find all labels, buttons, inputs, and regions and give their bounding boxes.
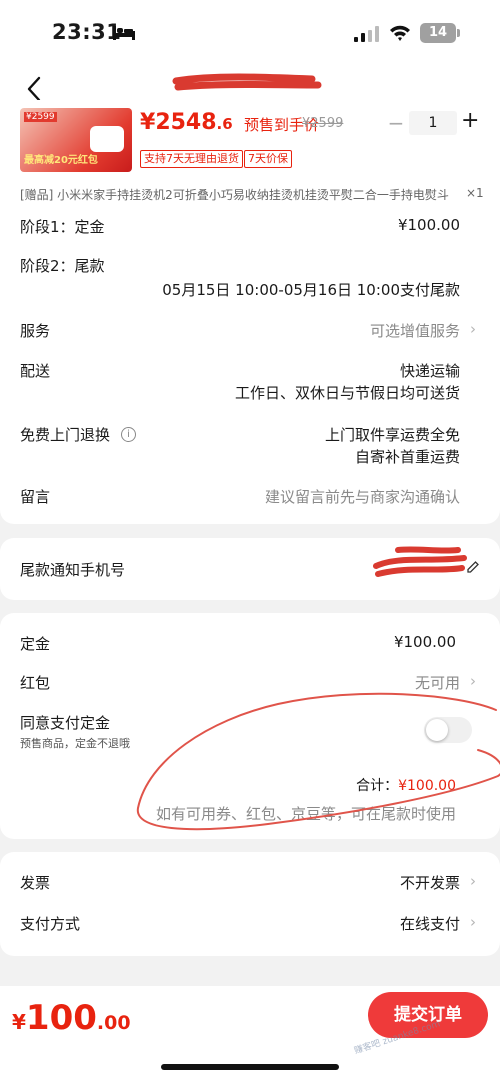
gift-item-qty: ×1 bbox=[466, 186, 484, 200]
invoice-chevron-icon[interactable]: › bbox=[470, 872, 476, 890]
stage1-label: 阶段1：定金 bbox=[20, 218, 105, 236]
invoice-value[interactable]: 不开发票 bbox=[400, 872, 460, 893]
product-image-tag: ¥2599 bbox=[24, 112, 57, 122]
return-policy-badge: 支持7天无理由退货 bbox=[140, 150, 243, 168]
edit-pencil-icon[interactable] bbox=[466, 560, 480, 574]
service-value[interactable]: 可选增值服务 bbox=[370, 320, 460, 341]
deposit-value: ¥100.00 bbox=[393, 633, 456, 651]
invoice-card: 发票 不开发票 › 支付方式 在线支付 › bbox=[0, 852, 500, 956]
payment-card: 定金 ¥100.00 红包 无可用 › 同意支付定金 预售商品，定金不退哦 合计… bbox=[0, 613, 500, 839]
redacted-title-scribble bbox=[172, 73, 322, 91]
redacted-phone-scribble bbox=[373, 546, 467, 577]
delivery-line1: 快递运输 bbox=[399, 362, 460, 380]
message-label: 留言 bbox=[20, 488, 51, 506]
checkout-amount: ¥100.00 bbox=[12, 998, 131, 1038]
return-line1: 上门取件享运费全免 bbox=[324, 426, 460, 444]
quantity-input[interactable]: 1 bbox=[409, 111, 457, 135]
cellular-signal-icon bbox=[354, 26, 379, 42]
phone-label: 尾款通知手机号 bbox=[20, 561, 126, 579]
payment-method-value[interactable]: 在线支付 bbox=[400, 913, 460, 934]
service-chevron-icon[interactable]: › bbox=[470, 320, 476, 338]
agree-deposit-toggle[interactable] bbox=[424, 717, 472, 743]
sleep-mode-icon bbox=[113, 26, 135, 40]
order-details-card: ¥2599 最高减20元红包 ¥2548.6 预售到手价 ¥2599 − 1 +… bbox=[0, 100, 500, 524]
deposit-label: 定金 bbox=[20, 635, 51, 653]
quantity-increase-button[interactable]: + bbox=[461, 108, 479, 133]
stage2-value: 05月15日 10:00-05月16日 10:00支付尾款 bbox=[162, 281, 460, 299]
redpacket-value[interactable]: 无可用 bbox=[415, 672, 460, 693]
delivery-label: 配送 bbox=[20, 362, 51, 380]
phone-card: 尾款通知手机号 bbox=[0, 538, 500, 600]
agree-deposit-label: 同意支付定金 bbox=[20, 714, 111, 732]
toggle-knob bbox=[426, 719, 448, 741]
message-input[interactable]: 建议留言前先与商家沟通确认 bbox=[265, 486, 460, 507]
back-arrow-icon[interactable] bbox=[25, 76, 43, 102]
wifi-icon bbox=[390, 25, 410, 41]
payment-method-chevron-icon[interactable]: › bbox=[470, 913, 476, 931]
total-label: 合计： bbox=[356, 778, 399, 794]
return-line2: 自寄补首重运费 bbox=[354, 448, 460, 466]
product-image[interactable]: ¥2599 最高减20元红包 bbox=[20, 108, 132, 172]
price-protection-badge: 7天价保 bbox=[244, 150, 292, 168]
total-value: ¥100.00 bbox=[398, 778, 456, 794]
gift-item-text: [赠品] 小米米家手持挂烫机2可折叠小巧易收纳挂烫机挂烫平熨二合一手持电熨斗 bbox=[20, 188, 449, 202]
delivery-line2: 工作日、双休日与节假日均可送货 bbox=[234, 384, 460, 402]
info-icon[interactable]: i bbox=[121, 427, 136, 442]
service-label: 服务 bbox=[20, 322, 51, 340]
total-line: 合计：¥100.00 bbox=[356, 775, 456, 795]
battery-icon: 14 bbox=[420, 23, 456, 43]
status-bar: 23:31 14 bbox=[0, 0, 500, 64]
robot-vacuum-picture bbox=[90, 126, 124, 152]
battery-nub bbox=[457, 29, 460, 37]
agree-deposit-note: 预售商品，定金不退哦 bbox=[20, 737, 130, 750]
redpacket-chevron-icon[interactable]: › bbox=[470, 672, 476, 690]
product-price: ¥2548.6 bbox=[140, 110, 233, 135]
redpacket-label: 红包 bbox=[20, 674, 51, 692]
payment-method-label: 支付方式 bbox=[20, 915, 81, 933]
stage1-value: ¥100.00 bbox=[397, 216, 460, 234]
invoice-label: 发票 bbox=[20, 874, 51, 892]
stage2-label: 阶段2：尾款 bbox=[20, 257, 105, 275]
status-time: 23:31 bbox=[52, 20, 122, 44]
original-price: ¥2599 bbox=[302, 116, 344, 131]
home-indicator[interactable] bbox=[161, 1064, 339, 1070]
product-image-promo: 最高减20元红包 bbox=[24, 155, 98, 166]
coupon-hint: 如有可用券、红包、京豆等，可在尾款时使用 bbox=[155, 805, 456, 823]
quantity-decrease-button[interactable]: − bbox=[387, 111, 405, 135]
return-label: 免费上门退换 bbox=[20, 426, 111, 444]
